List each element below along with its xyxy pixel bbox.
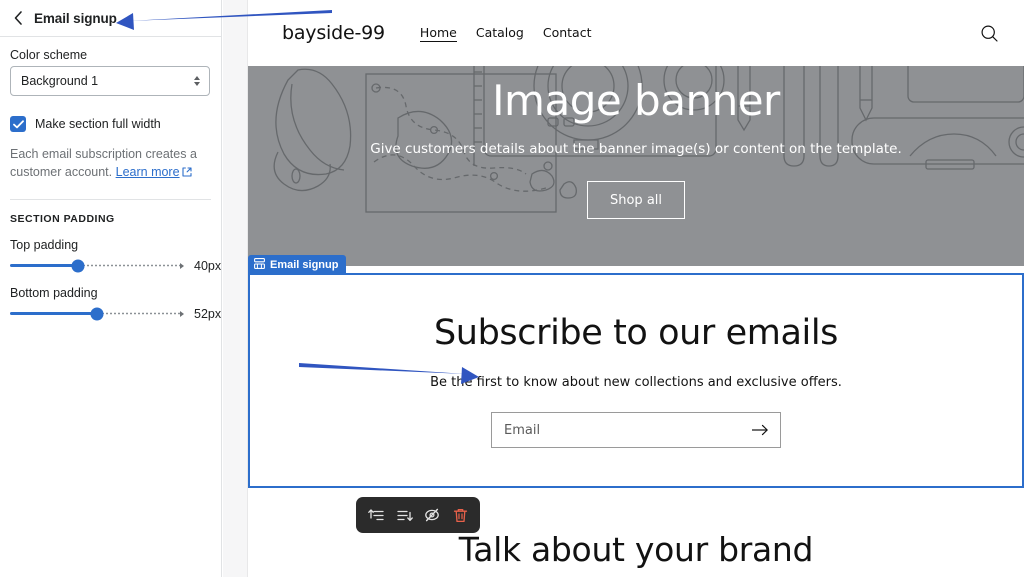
section-blocks-icon xyxy=(254,258,265,272)
full-width-label: Make section full width xyxy=(35,117,161,131)
storefront-nav: Home Catalog Contact xyxy=(419,25,592,42)
bottom-padding-slider[interactable] xyxy=(10,307,184,321)
bottom-padding-knob[interactable] xyxy=(90,307,104,320)
settings-sidebar: Email signup Color scheme Background 1 M… xyxy=(0,0,222,577)
preview-scroll-gutter[interactable] xyxy=(223,0,248,577)
bottom-padding-rest-track xyxy=(97,312,181,315)
image-banner-section[interactable]: Image banner Give customers details abou… xyxy=(248,66,1024,266)
banner-subtitle: Give customers details about the banner … xyxy=(370,141,902,158)
chevron-left-icon[interactable] xyxy=(8,8,28,28)
checkbox-checked-icon[interactable] xyxy=(10,116,26,132)
email-signup-content: Subscribe to our emails Be the first to … xyxy=(250,275,1022,486)
full-width-checkbox-row[interactable]: Make section full width xyxy=(10,116,211,132)
top-padding-knob[interactable] xyxy=(71,259,85,272)
email-signup-section[interactable]: Email signup Subscribe to our emails Be … xyxy=(248,255,1024,488)
banner-content: Image banner Give customers details abou… xyxy=(248,66,1024,266)
email-input[interactable]: Email xyxy=(491,412,781,448)
email-input-placeholder: Email xyxy=(504,422,541,438)
storefront-header: bayside-99 Home Catalog Contact xyxy=(248,0,1024,66)
bottom-padding-filled-track xyxy=(10,312,97,315)
top-padding-control: Top padding 40px xyxy=(10,237,221,273)
rich-text-title: Talk about your brand xyxy=(458,530,814,569)
rich-text-section[interactable]: Talk about your brand xyxy=(248,530,1024,569)
banner-title: Image banner xyxy=(492,76,780,125)
shop-all-button[interactable]: Shop all xyxy=(587,181,685,220)
top-padding-value: 40px xyxy=(194,258,222,273)
nav-link-catalog[interactable]: Catalog xyxy=(476,25,524,41)
move-section-up-button[interactable] xyxy=(363,502,389,528)
store-logo[interactable]: bayside-99 xyxy=(282,22,385,44)
nav-link-contact[interactable]: Contact xyxy=(543,25,592,41)
top-padding-filled-track xyxy=(10,264,78,267)
nav-link-home[interactable]: Home xyxy=(419,25,457,42)
slider-end-arrow-icon xyxy=(180,310,184,317)
external-link-icon[interactable] xyxy=(182,165,192,183)
sidebar-divider xyxy=(10,198,211,200)
slider-end-arrow-icon xyxy=(180,262,184,269)
move-section-down-button[interactable] xyxy=(391,502,417,528)
sidebar-header: Email signup xyxy=(0,0,221,37)
section-action-toolbar xyxy=(356,497,480,533)
chevron-updown-icon xyxy=(194,76,200,86)
signup-subtitle: Be the first to know about new collectio… xyxy=(430,375,842,390)
section-padding-heading: SECTION PADDING xyxy=(10,212,115,225)
top-padding-slider[interactable] xyxy=(10,259,184,273)
color-scheme-value: Background 1 xyxy=(21,74,99,88)
helper-text: Each email subscription creates a custom… xyxy=(10,146,200,183)
delete-section-button[interactable] xyxy=(447,502,473,528)
bottom-padding-value: 52px xyxy=(194,306,222,321)
learn-more-link[interactable]: Learn more xyxy=(116,165,180,179)
search-icon[interactable] xyxy=(976,20,1002,46)
section-label-tab[interactable]: Email signup xyxy=(248,255,347,275)
section-label-text: Email signup xyxy=(270,259,339,271)
top-padding-rest-track xyxy=(78,264,181,267)
theme-preview: bayside-99 Home Catalog Contact Image ba… xyxy=(248,0,1024,577)
sidebar-body: Color scheme Background 1 Make section f… xyxy=(0,37,221,321)
arrow-right-icon[interactable] xyxy=(751,424,769,436)
page-title: Email signup xyxy=(34,10,117,26)
color-scheme-label: Color scheme xyxy=(10,48,88,62)
bottom-padding-label: Bottom padding xyxy=(10,285,98,300)
top-padding-label: Top padding xyxy=(10,237,79,252)
hide-section-button[interactable] xyxy=(419,502,445,528)
bottom-padding-control: Bottom padding 52px xyxy=(10,285,221,321)
color-scheme-select[interactable]: Background 1 xyxy=(10,66,210,96)
signup-title: Subscribe to our emails xyxy=(433,313,838,353)
